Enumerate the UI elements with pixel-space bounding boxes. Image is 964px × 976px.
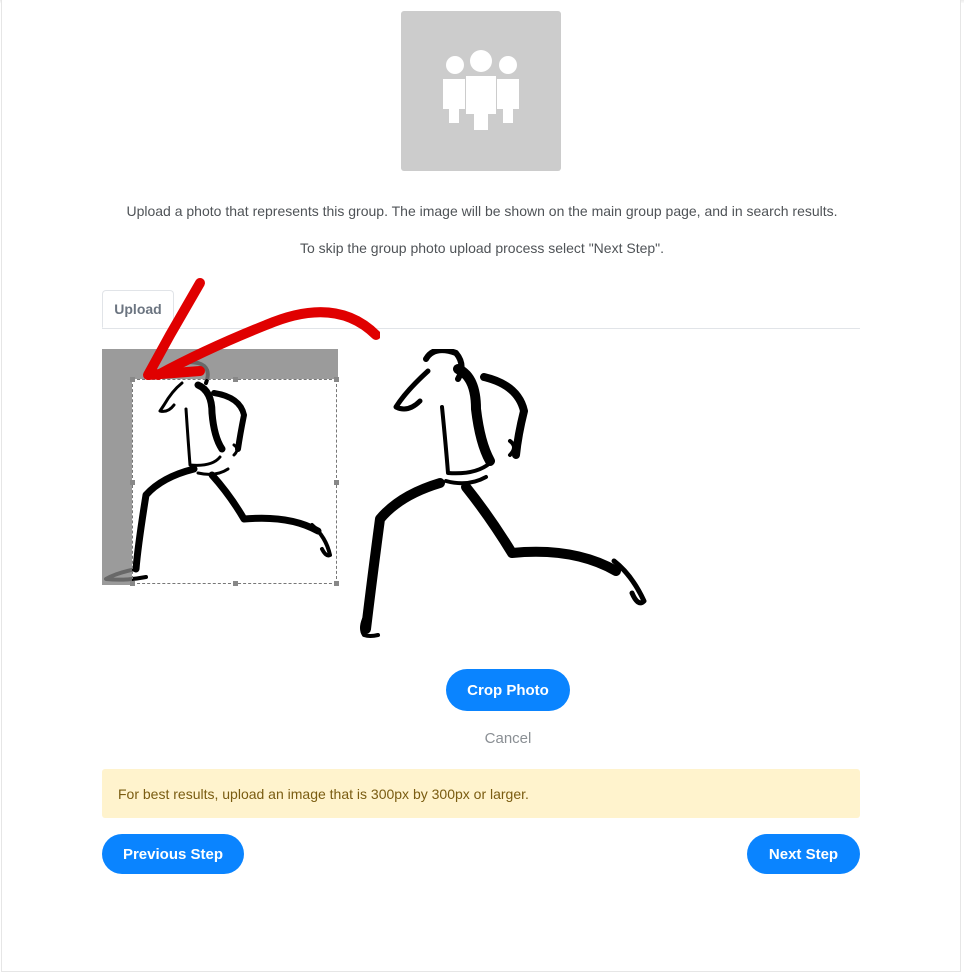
previous-step-button[interactable]: Previous Step	[102, 834, 244, 874]
group-avatar-placeholder	[401, 11, 561, 171]
next-step-button[interactable]: Next Step	[747, 834, 860, 874]
annotation-arrow-icon	[143, 278, 380, 380]
crop-photo-button[interactable]: Crop Photo	[446, 669, 570, 711]
runner-sketch-preview	[360, 349, 647, 638]
crop-handle-e[interactable]	[334, 480, 339, 485]
crop-handle-se[interactable]	[334, 581, 339, 586]
crop-selection-box[interactable]	[130, 377, 339, 586]
skip-instructions: To skip the group photo upload process s…	[299, 240, 665, 256]
crop-preview	[358, 349, 658, 644]
group-people-icon	[443, 50, 519, 130]
crop-mask-left	[102, 379, 132, 585]
intro-description: Upload a photo that represents this grou…	[126, 203, 838, 219]
crop-handle-sw[interactable]	[130, 581, 135, 586]
image-size-notice: For best results, upload an image that i…	[102, 769, 860, 818]
crop-handle-w[interactable]	[130, 480, 135, 485]
cancel-link[interactable]: Cancel	[0, 730, 964, 747]
crop-handle-nw[interactable]	[130, 377, 135, 382]
crop-handle-s[interactable]	[233, 581, 238, 586]
